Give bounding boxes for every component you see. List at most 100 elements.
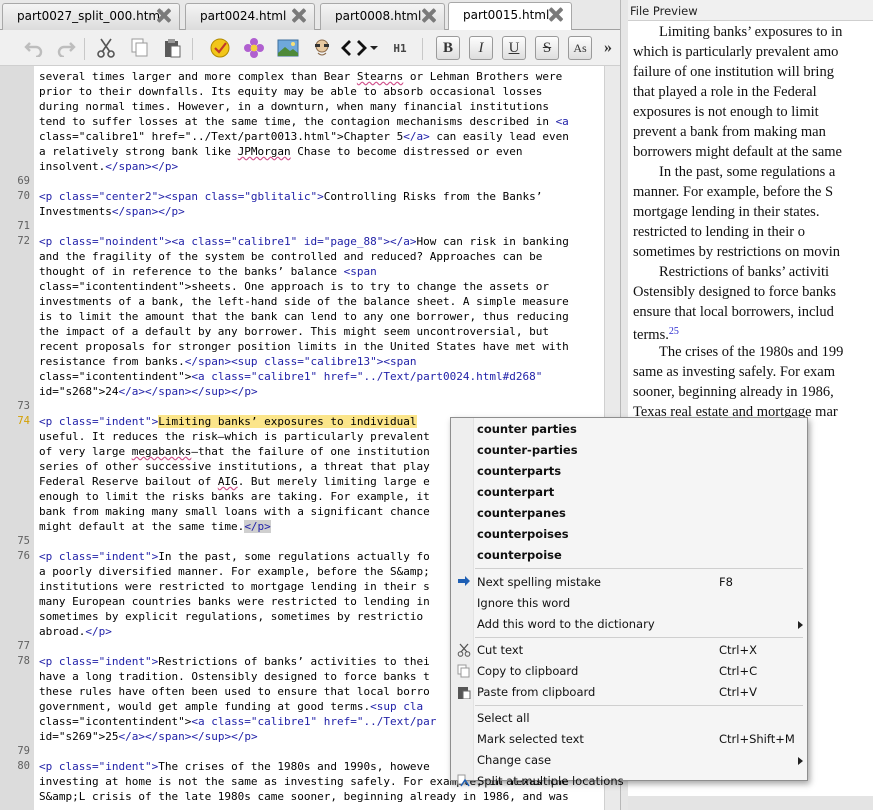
close-icon[interactable] [549, 7, 563, 21]
code-line[interactable] [39, 399, 569, 414]
menu-item-label: Split at multiple locations [477, 774, 624, 788]
italic-button[interactable]: I [469, 36, 493, 60]
menu-item-change-case[interactable]: Change case [451, 750, 807, 771]
submenu-arrow-icon [798, 757, 803, 765]
preview-line: that played a role in the Federal [633, 84, 817, 100]
code-line[interactable]: recent proposals for stronger position l… [39, 339, 569, 354]
code-tag-icon[interactable] [340, 36, 380, 60]
scissors-icon [456, 643, 471, 658]
menu-item-label: counterpart [477, 485, 555, 499]
image-icon[interactable] [276, 36, 300, 60]
menu-item-select-all[interactable]: Select all [451, 708, 807, 729]
menu-item-counterpart[interactable]: counterpart [451, 482, 807, 503]
heading-icon[interactable]: H1 [388, 36, 412, 60]
toolbar-overflow-button[interactable]: » [600, 36, 616, 60]
preview-toolbar [628, 796, 873, 810]
underline-button[interactable]: U [502, 36, 526, 60]
preview-line: Limiting banks’ exposures to in [659, 24, 843, 40]
code-line[interactable]: thought of in reference to the banks’ ba… [39, 264, 569, 279]
strikethrough-button[interactable]: S [535, 36, 559, 60]
preview-line: same as investing safely. For exam [633, 364, 836, 380]
code-line[interactable]: and the fragility of the system be contr… [39, 249, 569, 264]
line-number: 78 [17, 655, 30, 667]
copy-icon [456, 664, 471, 679]
tab-part0008[interactable]: part0008.html [320, 3, 445, 30]
menu-item-split-at-multiple-locations[interactable]: Split at multiple locations [451, 771, 807, 792]
footnote-link[interactable]: 25 [669, 326, 679, 337]
menu-item-add-this-word-to-the-dictionary[interactable]: Add this word to the dictionary [451, 614, 807, 635]
close-icon[interactable] [292, 8, 306, 22]
preview-line: sooner, beginning already in 1986, [633, 384, 834, 400]
line-number-gutter: 69 70 71 72 73 74 75 76 77 78 79 80 [0, 66, 34, 810]
menu-item-counter-parties[interactable]: counter parties [451, 419, 807, 440]
tab-part0015[interactable]: part0015.html [448, 2, 572, 30]
menu-item-label: Next spelling mistake [477, 575, 601, 589]
toolbar-separator [84, 38, 85, 60]
line-number: 79 [17, 745, 30, 757]
menu-item-counter-parties[interactable]: counter-parties [451, 440, 807, 461]
line-number: 69 [17, 175, 30, 187]
preview-line: Restrictions of banks’ activiti [659, 264, 830, 280]
preview-line: borrowers might default at the same [633, 144, 842, 160]
code-line[interactable] [39, 174, 569, 189]
menu-item-label: Mark selected text [477, 732, 584, 746]
code-line[interactable]: class="icontentindent">sheets. One appro… [39, 279, 569, 294]
close-icon[interactable] [157, 8, 171, 22]
spellcheck-icon[interactable] [208, 36, 232, 60]
menu-shortcut: Ctrl+C [719, 664, 758, 678]
menu-item-counterpoise[interactable]: counterpoise [451, 545, 807, 566]
menu-item-paste-from-clipboard[interactable]: Paste from clipboard Ctrl+V [451, 682, 807, 703]
undo-icon[interactable] [22, 36, 46, 60]
code-line[interactable]: <p class="noindent"><a class="calibre1" … [39, 234, 569, 249]
flower-icon[interactable] [242, 36, 266, 60]
redo-icon[interactable] [54, 36, 78, 60]
preview-line: Ostensibly designed to force banks [633, 284, 836, 300]
menu-item-next-spelling-mistake[interactable]: Next spelling mistake F8 [451, 572, 807, 593]
code-line[interactable]: tend to suffer losses at the same time, … [39, 114, 569, 129]
split-icon [456, 774, 471, 789]
context-menu: counter parties counter-parties counterpar… [450, 417, 808, 788]
code-line[interactable]: Investments</span></p> [39, 204, 569, 219]
code-line[interactable]: resistance from banks.</span><sup class=… [39, 354, 569, 369]
menu-item-label: Change case [477, 753, 552, 767]
code-line[interactable]: insolvent.</span></p> [39, 159, 569, 174]
copy-icon[interactable] [128, 36, 152, 60]
menu-item-label: counterpanes [477, 506, 566, 520]
code-line[interactable]: prior to their downfalls. Its equity may… [39, 84, 569, 99]
preview-line: prevent a bank from making man [633, 124, 826, 140]
code-line[interactable]: during normal times. However, in a downt… [39, 99, 569, 114]
code-line[interactable]: <p class="center2"><span class="gblitali… [39, 189, 569, 204]
menu-item-label: Select all [477, 711, 530, 725]
code-line[interactable] [39, 219, 569, 234]
code-line[interactable]: several times larger and more complex th… [39, 69, 569, 84]
menu-item-copy-to-clipboard[interactable]: Copy to clipboard Ctrl+C [451, 661, 807, 682]
menu-item-counterpanes[interactable]: counterpanes [451, 503, 807, 524]
menu-item-label: Copy to clipboard [477, 664, 579, 678]
menu-shortcut: Ctrl+V [719, 685, 757, 699]
superscript-button[interactable]: As [568, 36, 592, 60]
code-line[interactable]: investments of a bank, the left-hand sid… [39, 294, 569, 309]
code-line[interactable]: a relatively strong bank like JPMorgan C… [39, 144, 569, 159]
code-line[interactable]: class="icontentindent"><a class="calibre… [39, 369, 569, 384]
menu-item-counterparts[interactable]: counterparts [451, 461, 807, 482]
tab-label: part0027_split_000.html [17, 9, 164, 23]
cut-icon[interactable] [94, 36, 118, 60]
menu-item-mark-selected-text[interactable]: Mark selected text Ctrl+Shift+M [451, 729, 807, 750]
code-line[interactable]: id="s268">24</a></span></sup></p> [39, 384, 569, 399]
paste-icon[interactable] [160, 36, 184, 60]
code-line[interactable]: the impact of a default by any borrower.… [39, 324, 569, 339]
line-number: 71 [17, 220, 30, 232]
close-icon[interactable] [422, 8, 436, 22]
menu-shortcut: F8 [719, 575, 733, 589]
tab-part0024[interactable]: part0024.html [185, 3, 315, 30]
menu-item-ignore-this-word[interactable]: Ignore this word [451, 593, 807, 614]
code-line[interactable]: class="calibre1" href="../Text/part0013.… [39, 129, 569, 144]
bold-button[interactable]: B [436, 36, 460, 60]
code-line[interactable]: is to limit the amount that the bank can… [39, 309, 569, 324]
metadata-icon[interactable] [310, 36, 334, 60]
line-number: 73 [17, 400, 30, 412]
menu-item-cut-text[interactable]: Cut text Ctrl+X [451, 640, 807, 661]
preview-line: terms.25 [633, 326, 679, 343]
menu-item-counterpoises[interactable]: counterpoises [451, 524, 807, 545]
tab-part0027[interactable]: part0027_split_000.html [2, 3, 180, 30]
